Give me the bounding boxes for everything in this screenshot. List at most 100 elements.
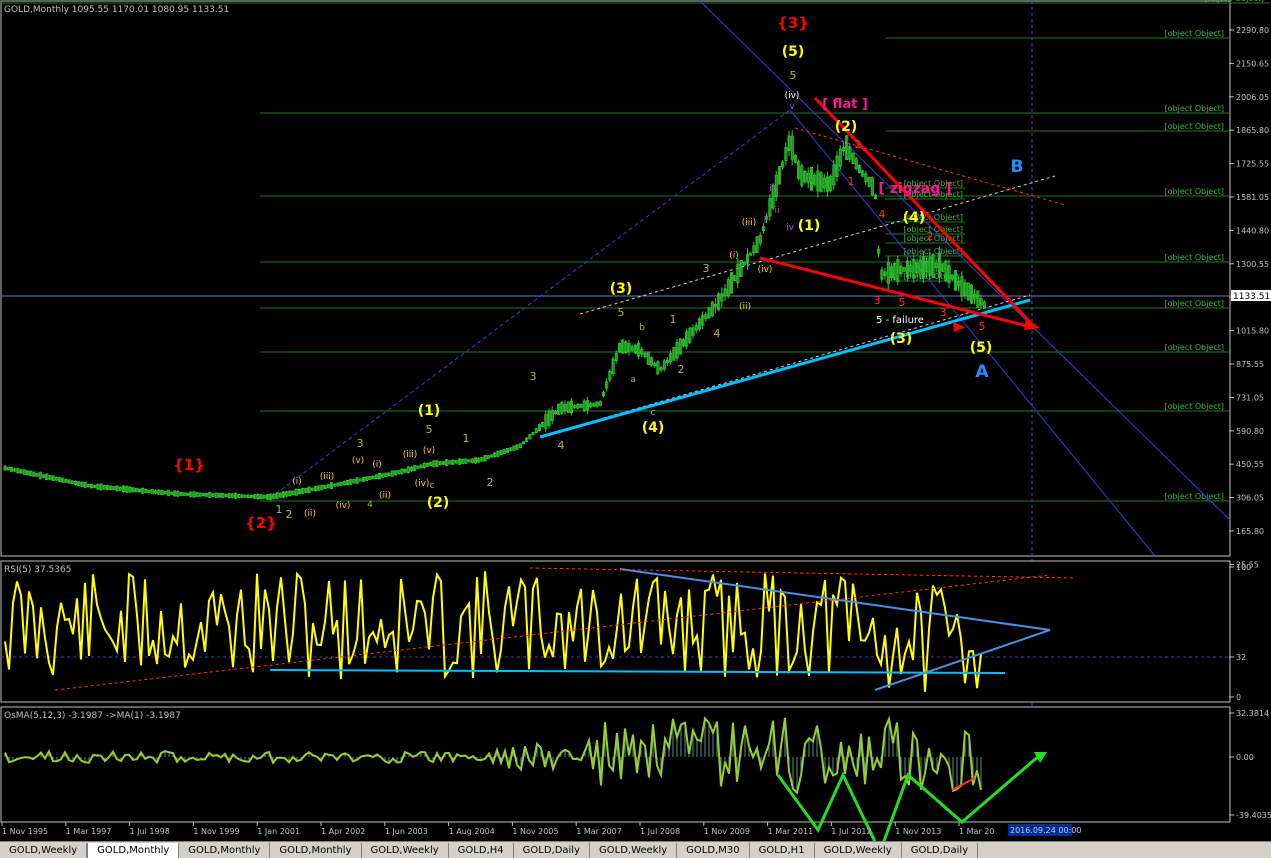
wave-label: [ flat ] bbox=[822, 97, 868, 112]
price-tick-label: 2150.65 bbox=[1236, 59, 1269, 68]
wave-label: 3 bbox=[530, 370, 537, 383]
price-tick-label: 1015.80 bbox=[1236, 327, 1269, 336]
chart-tab[interactable]: GOLD,Weekly bbox=[0, 843, 88, 858]
wave-label: i bbox=[764, 216, 767, 226]
wave-label: 2 bbox=[286, 508, 293, 521]
price-tick-label: 1581.05 bbox=[1236, 193, 1269, 202]
wave-label: (iii) bbox=[320, 472, 335, 482]
time-tick-label: 1 Mar 2011 bbox=[768, 827, 814, 836]
chart-tab[interactable]: GOLD,Monthly bbox=[179, 843, 271, 858]
wave-label: 4 bbox=[714, 327, 721, 340]
wave-label: 4 bbox=[879, 208, 886, 221]
chart-tab[interactable]: GOLD,Monthly bbox=[270, 843, 362, 858]
wave-label: {1} bbox=[173, 456, 205, 474]
time-tick-label: 1 Nov 1995 bbox=[2, 827, 48, 836]
current-price-tag: 1133.51 bbox=[1233, 292, 1270, 302]
time-tick-label: 1 Jul 1998 bbox=[130, 827, 170, 836]
rsi-axis: 100 32 0 bbox=[1229, 563, 1251, 702]
wave-label: 2 bbox=[487, 476, 494, 489]
price-tick-label: 165.80 bbox=[1236, 527, 1264, 536]
fib-level-label: [object Object] bbox=[1165, 402, 1225, 411]
osma-panel[interactable]: OsMA(5,12,3) -3.1987 ->MA(1) -3.1987 32.… bbox=[0, 706, 1271, 841]
wave-label: [ zigzag ] bbox=[878, 181, 951, 197]
chart-tab[interactable]: GOLD,M30 bbox=[677, 843, 750, 858]
main-panel-header: GOLD,Monthly 1095.55 1170.01 1080.95 113… bbox=[4, 5, 229, 15]
wave-label: 5 bbox=[979, 320, 986, 333]
rsi-tick-label: 100 bbox=[1236, 563, 1251, 572]
wave-label: (i) bbox=[372, 460, 382, 470]
wave-label: 5 bbox=[899, 296, 906, 309]
wave-label: (iv) bbox=[415, 479, 430, 489]
price-tick-label: 1300.55 bbox=[1236, 260, 1269, 269]
wave-label: B bbox=[1011, 157, 1024, 177]
osma-tick-label: 0.00 bbox=[1236, 753, 1254, 762]
price-tick-label: 1725.55 bbox=[1236, 160, 1269, 169]
wave-label: (iv) bbox=[758, 265, 773, 275]
fib-level-label: [object Object] bbox=[1165, 187, 1225, 196]
time-tick-label: 1 Mar 1997 bbox=[66, 827, 112, 836]
wave-label: 5 bbox=[618, 306, 625, 319]
wave-label: v bbox=[790, 102, 795, 111]
time-tick-label: 1 Mar 20 bbox=[959, 827, 994, 836]
time-tick-label: 1 Jan 2001 bbox=[257, 827, 300, 836]
wave-label: (v) bbox=[352, 456, 364, 466]
osma-panel-header: OsMA(5,12,3) -3.1987 ->MA(1) -3.1987 bbox=[4, 711, 181, 721]
wave-label: 1 bbox=[276, 503, 283, 516]
wave-label: (i) bbox=[729, 251, 739, 261]
time-tick-label: 1 Apr 2002 bbox=[321, 827, 365, 836]
price-tick-label: 306.05 bbox=[1236, 494, 1264, 503]
chart-tab[interactable]: GOLD,H4 bbox=[449, 843, 514, 858]
chart-tab[interactable]: GOLD,Weekly bbox=[362, 843, 449, 858]
chart-tab[interactable]: GOLD,Daily bbox=[902, 843, 979, 858]
osma-tick-label: -39.4035 bbox=[1236, 811, 1271, 820]
wave-label: 4 bbox=[367, 500, 373, 510]
wave-label: A bbox=[975, 362, 989, 382]
chart-tab[interactable]: GOLD,Monthly bbox=[87, 843, 180, 858]
chart-tab-bar: GOLD,Weekly GOLD,Monthly GOLD,Monthly GOLD,… bbox=[0, 841, 1271, 858]
trading-chart[interactable]: GOLD,Monthly 1095.55 1170.01 1080.95 113… bbox=[0, 0, 1271, 841]
wave-label: (2) bbox=[835, 119, 858, 135]
wave-label: 3 bbox=[357, 437, 364, 450]
wave-label: (3) bbox=[610, 281, 633, 297]
wave-label: (v) bbox=[423, 446, 435, 456]
wave-label: (iv) bbox=[785, 91, 800, 101]
wave-label: 3 bbox=[940, 306, 947, 319]
fib-level-label: [object Object] bbox=[1165, 299, 1225, 308]
time-tick-label: 1 Jul 2008 bbox=[640, 827, 680, 836]
osma-axis: 32.3814 0.00 -39.4035 bbox=[1229, 709, 1271, 820]
wave-label: ii bbox=[774, 206, 779, 216]
chart-tab[interactable]: GOLD,Weekly bbox=[815, 843, 902, 858]
wave-label: 2 bbox=[678, 363, 685, 376]
wave-label: (2) bbox=[427, 495, 450, 511]
chart-tab[interactable]: GOLD,Daily bbox=[514, 843, 590, 858]
time-tick-label: 1 Nov 2009 bbox=[704, 827, 750, 836]
wave-label: (iv) bbox=[336, 501, 351, 511]
fib-level-label: [object Object] bbox=[1165, 492, 1225, 501]
wave-label: 1 bbox=[670, 313, 677, 326]
time-tick-label: 1 Nov 2013 bbox=[895, 827, 941, 836]
time-tick-label: 1 Jul 2012 bbox=[831, 827, 871, 836]
wave-label: 4 bbox=[558, 439, 565, 452]
wave-label: iii bbox=[769, 184, 777, 194]
price-tick-label: 1865.80 bbox=[1236, 126, 1269, 135]
time-tick-label: 1 Aug 2004 bbox=[449, 827, 495, 836]
wave-label: 1 bbox=[848, 175, 855, 188]
fib-level-label: [object Object] bbox=[1165, 253, 1225, 262]
wave-label: 5 bbox=[790, 69, 797, 82]
time-tick-label: 1 Jun 2003 bbox=[385, 827, 428, 836]
osma-tick-label: 32.3814 bbox=[1236, 709, 1269, 718]
chart-tab[interactable]: GOLD,H1 bbox=[750, 843, 815, 858]
rsi-panel-header: RSI(5) 37.5365 bbox=[4, 565, 71, 575]
price-tick-label: 590.80 bbox=[1236, 427, 1264, 436]
wave-label: (1) bbox=[418, 403, 441, 419]
chart-tab[interactable]: GOLD,Weekly bbox=[590, 843, 678, 858]
wave-label: {2} bbox=[245, 514, 277, 532]
wave-label: c bbox=[651, 408, 656, 418]
wave-label: (i) bbox=[292, 477, 302, 487]
rsi-panel[interactable]: RSI(5) 37.5365 100 32 0 bbox=[0, 560, 1251, 703]
wave-label: (iii) bbox=[403, 450, 418, 460]
wave-label: (ii) bbox=[739, 302, 751, 312]
rsi-tick-label: 0 bbox=[1236, 693, 1241, 702]
price-tick-label: 2006.05 bbox=[1236, 93, 1269, 102]
wave-label: 1 bbox=[463, 432, 470, 445]
